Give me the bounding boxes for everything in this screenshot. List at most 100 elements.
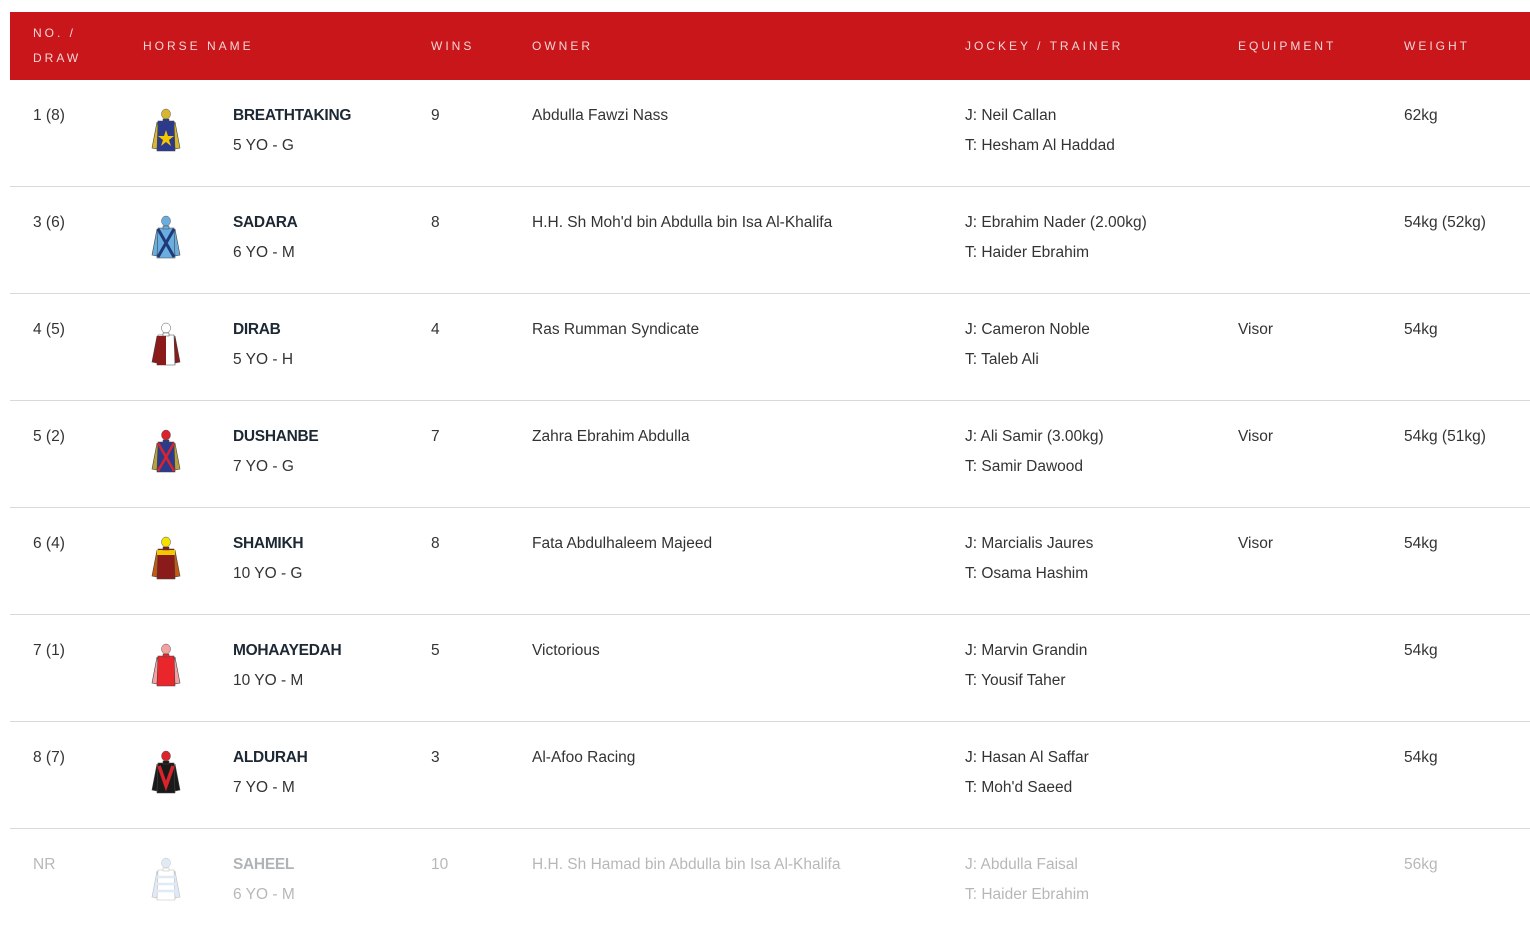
jockey-silks-icon [148,857,184,903]
col-header-wins[interactable]: WINS [431,12,474,80]
horse-cell: SADARA 6 YO - M [233,213,298,263]
horse-cell: DUSHANBE 7 YO - G [233,427,319,477]
trainer: T: Samir Dawood [965,458,1084,475]
number-draw: NR [33,856,56,873]
horse-cell: ALDURAH 7 YO - M [233,748,308,798]
weight: 54kg [1404,642,1438,659]
horse-name[interactable]: MOHAAYEDAH [233,641,342,661]
weight: 54kg (51kg) [1404,428,1486,445]
wins: 3 [431,749,440,766]
jockey: J: Ebrahim Nader (2.00kg) [965,214,1147,231]
jockey-trainer-cell: J: Marcialis Jaures T: Osama Hashim [965,534,1093,584]
number-draw: 8 (7) [33,749,65,766]
table-row[interactable]: 1 (8) BREATHTAKING 5 YO - G 9 Abdulla Fa… [10,80,1530,187]
wins: 7 [431,428,440,445]
trainer: T: Hesham Al Haddad [965,137,1115,154]
jockey-silks-icon [148,643,184,689]
col-header-no-line1: NO. / [33,26,77,40]
jockey: J: Marvin Grandin [965,642,1088,659]
wins: 9 [431,107,440,124]
col-header-equipment[interactable]: EQUIPMENT [1238,12,1336,80]
jockey-silks-icon [148,750,184,796]
table-row[interactable]: NR SAHEEL 6 YO - M 10 H.H. Sh Hamad bin … [10,829,1530,935]
jockey-silks-icon [148,215,184,261]
table-row[interactable]: 5 (2) DUSHANBE 7 YO - G 7 Zahra Ebrahim … [10,401,1530,508]
trainer: T: Osama Hashim [965,565,1089,582]
jockey-trainer-cell: J: Ali Samir (3.00kg) T: Samir Dawood [965,427,1104,477]
jockey-trainer-cell: J: Neil Callan T: Hesham Al Haddad [965,106,1115,156]
horse-age-sex: 6 YO - M [233,244,295,261]
owner: H.H. Sh Hamad bin Abdulla bin Isa Al-Kha… [532,856,841,873]
weight: 56kg [1404,856,1438,873]
weight: 54kg [1404,535,1438,552]
wins: 4 [431,321,440,338]
table-row[interactable]: 3 (6) SADARA 6 YO - M 8 H.H. Sh Moh'd bi… [10,187,1530,294]
wins: 10 [431,856,449,873]
horse-name[interactable]: SHAMIKH [233,534,304,554]
horse-cell: MOHAAYEDAH 10 YO - M [233,641,342,691]
horse-name[interactable]: BREATHTAKING [233,106,351,126]
owner: Ras Rumman Syndicate [532,321,700,338]
horse-name[interactable]: ALDURAH [233,748,308,768]
number-draw: 3 (6) [33,214,65,231]
horse-age-sex: 10 YO - G [233,565,303,582]
horse-name[interactable]: DUSHANBE [233,427,319,447]
horse-age-sex: 7 YO - G [233,458,294,475]
col-header-jockey-trainer[interactable]: JOCKEY / TRAINER [965,12,1123,80]
horse-age-sex: 7 YO - M [233,779,295,796]
jockey: J: Ali Samir (3.00kg) [965,428,1104,445]
col-header-owner[interactable]: OWNER [532,12,593,80]
jockey-trainer-cell: J: Hasan Al Saffar T: Moh'd Saeed [965,748,1089,798]
horse-age-sex: 5 YO - G [233,137,294,154]
col-header-no-draw[interactable]: NO. / DRAW [33,12,81,80]
number-draw: 1 (8) [33,107,65,124]
jockey-silks-icon [148,108,184,154]
jockey-silks-icon [148,536,184,582]
horse-name[interactable]: SADARA [233,213,298,233]
number-draw: 5 (2) [33,428,65,445]
jockey: J: Marcialis Jaures [965,535,1094,552]
horse-age-sex: 6 YO - M [233,886,295,903]
owner: Al-Afoo Racing [532,749,636,766]
horse-name[interactable]: SAHEEL [233,855,295,875]
jockey: J: Abdulla Faisal [965,856,1078,873]
trainer: T: Taleb Ali [965,351,1039,368]
owner: Abdulla Fawzi Nass [532,107,669,124]
jockey-silks-icon [148,322,184,368]
jockey-trainer-cell: J: Ebrahim Nader (2.00kg) T: Haider Ebra… [965,213,1147,263]
table-body: 1 (8) BREATHTAKING 5 YO - G 9 Abdulla Fa… [10,80,1530,935]
number-draw: 4 (5) [33,321,65,338]
col-header-no-line2: DRAW [33,51,82,65]
weight: 62kg [1404,107,1438,124]
equipment: Visor [1238,428,1274,445]
runners-table: NO. / DRAW HORSE NAME WINS OWNER JOCKEY /… [10,12,1530,935]
owner: Zahra Ebrahim Abdulla [532,428,690,445]
trainer: T: Haider Ebrahim [965,244,1090,261]
horse-cell: DIRAB 5 YO - H [233,320,293,370]
owner: Victorious [532,642,600,659]
jockey-trainer-cell: J: Cameron Noble T: Taleb Ali [965,320,1090,370]
trainer: T: Yousif Taher [965,672,1066,689]
weight: 54kg [1404,749,1438,766]
col-header-weight[interactable]: WEIGHT [1404,12,1470,80]
wins: 8 [431,535,440,552]
horse-cell: BREATHTAKING 5 YO - G [233,106,351,156]
jockey: J: Cameron Noble [965,321,1090,338]
equipment: Visor [1238,535,1274,552]
owner: H.H. Sh Moh'd bin Abdulla bin Isa Al-Kha… [532,214,833,231]
owner: Fata Abdulhaleem Majeed [532,535,713,552]
weight: 54kg [1404,321,1438,338]
col-header-horse-name[interactable]: HORSE NAME [143,12,254,80]
horse-cell: SHAMIKH 10 YO - G [233,534,304,584]
table-row[interactable]: 8 (7) ALDURAH 7 YO - M 3 Al-Afoo Racing … [10,722,1530,829]
jockey-trainer-cell: J: Abdulla Faisal T: Haider Ebrahim [965,855,1089,905]
table-header: NO. / DRAW HORSE NAME WINS OWNER JOCKEY /… [10,12,1530,80]
table-row[interactable]: 7 (1) MOHAAYEDAH 10 YO - M 5 Victorious … [10,615,1530,722]
jockey: J: Hasan Al Saffar [965,749,1089,766]
table-row[interactable]: 6 (4) SHAMIKH 10 YO - G 8 Fata Abdulhale… [10,508,1530,615]
trainer: T: Moh'd Saeed [965,779,1073,796]
table-row[interactable]: 4 (5) DIRAB 5 YO - H 4 Ras Rumman Syndic… [10,294,1530,401]
horse-name[interactable]: DIRAB [233,320,293,340]
jockey-trainer-cell: J: Marvin Grandin T: Yousif Taher [965,641,1087,691]
horse-age-sex: 10 YO - M [233,672,304,689]
